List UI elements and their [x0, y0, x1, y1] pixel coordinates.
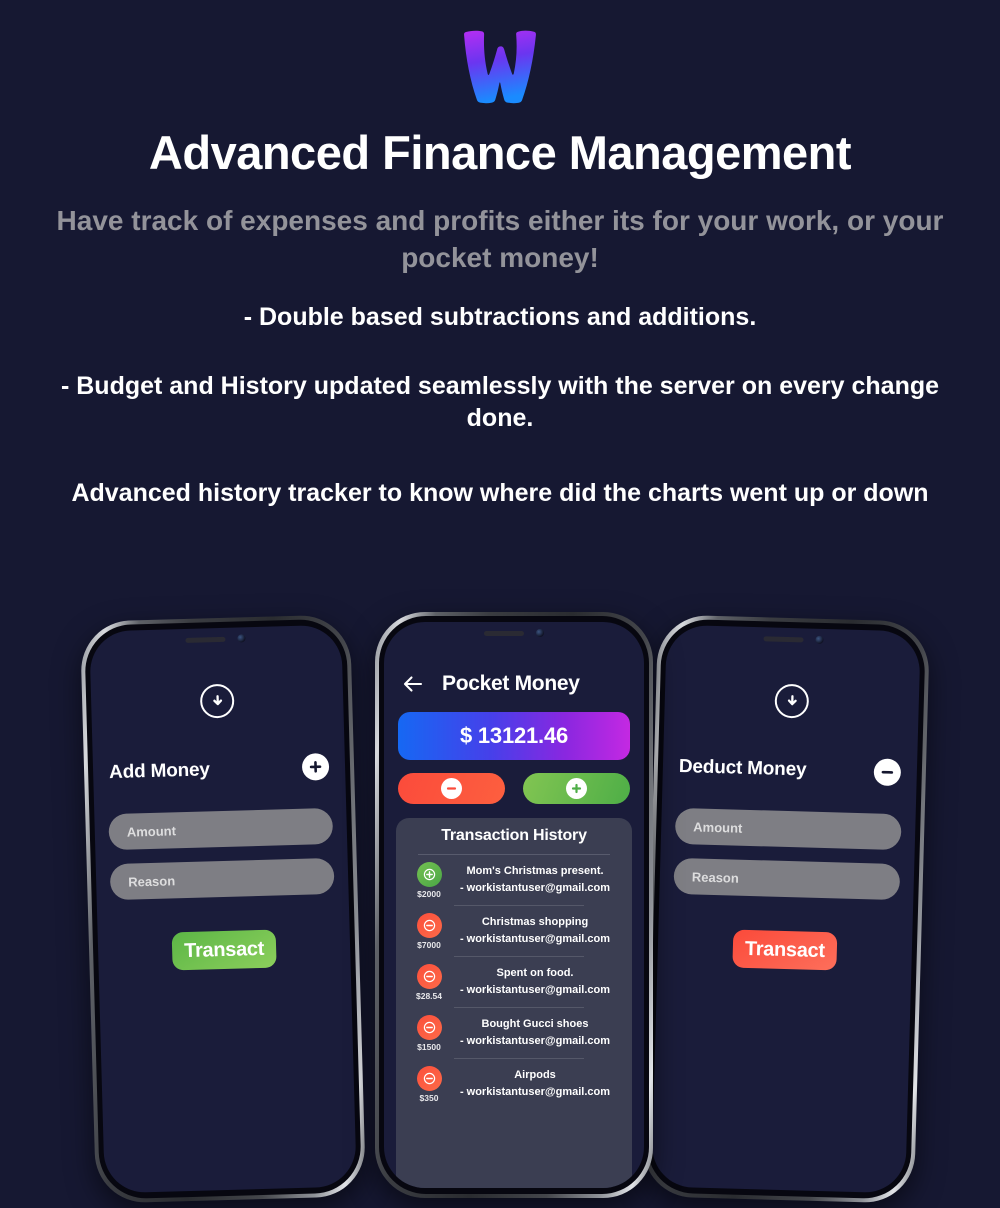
phone-screen-deduct-money: Deduct Money Amount Reason Transact — [651, 624, 921, 1194]
phone-bezel: Pocket Money $ 13121.46 Transaction Hist… — [375, 612, 653, 1198]
feature-item-3: Advanced history tracker to know where d… — [71, 478, 929, 507]
minus-circle-icon — [416, 913, 442, 938]
add-money-header: Add Money — [93, 752, 346, 787]
transaction-amount-col: $28.54 — [408, 964, 450, 1001]
transaction-row[interactable]: $2000 Mom's Christmas present. - workistan… — [396, 855, 632, 899]
plus-circle-icon — [566, 778, 587, 799]
minus-circle-icon[interactable] — [873, 758, 902, 787]
phone-inner-frame: Add Money Amount Reason Transact — [84, 618, 362, 1200]
amount-input[interactable]: Amount — [674, 807, 902, 851]
transaction-amount-col: $2000 — [408, 862, 450, 899]
phone-bezel: Deduct Money Amount Reason Transact — [641, 614, 931, 1204]
reason-input[interactable]: Reason — [673, 857, 901, 901]
app-logo — [0, 14, 1000, 122]
download-circle-icon — [774, 683, 810, 719]
transaction-amount-col: $1500 — [408, 1015, 450, 1052]
add-money-button[interactable] — [523, 773, 630, 804]
transaction-amount: $350 — [419, 1093, 439, 1103]
transaction-details: Bought Gucci shoes - workistantuser@gmail… — [450, 1016, 622, 1050]
phone-add-money: Add Money Amount Reason Transact — [79, 614, 367, 1204]
transaction-label: Airpods — [514, 1069, 556, 1082]
transaction-amount: $1500 — [417, 1042, 441, 1052]
phone-screen-add-money: Add Money Amount Reason Transact — [89, 624, 357, 1194]
screen-title: Deduct Money — [678, 755, 807, 781]
minus-circle-icon — [416, 964, 442, 989]
phone-pocket-money: Pocket Money $ 13121.46 Transaction Hist… — [375, 612, 653, 1198]
deduct-money-button[interactable] — [398, 773, 505, 804]
feature-item-2: - Budget and History updated seamlessly … — [60, 371, 940, 433]
arrow-left-icon[interactable] — [402, 674, 424, 694]
transaction-details: Christmas shopping - workistantuser@gmail… — [450, 914, 622, 948]
transact-button[interactable]: Transact — [171, 929, 277, 971]
balance-action-row — [398, 773, 630, 804]
amount-input[interactable]: Amount — [108, 807, 334, 851]
transaction-account: - workistantuser@gmail.com — [459, 1085, 611, 1098]
phone-inner-frame: Pocket Money $ 13121.46 Transaction Hist… — [379, 616, 649, 1194]
reason-placeholder: Reason — [691, 868, 740, 886]
transaction-row[interactable]: $7000 Christmas shopping - workistantuser@… — [396, 906, 632, 950]
app-title: Pocket Money — [442, 672, 580, 695]
plus-circle-icon — [416, 862, 442, 887]
minus-circle-icon — [416, 1015, 442, 1040]
page-subtitle: Have track of expenses and profits eithe… — [56, 205, 944, 273]
transaction-label: Spent on food. — [496, 967, 574, 980]
transaction-row[interactable]: $350 Airpods - workistantuser@gmail.com — [396, 1059, 632, 1103]
transaction-label: Bought Gucci shoes — [481, 1018, 589, 1031]
minus-circle-icon — [416, 1066, 442, 1091]
page-title: Advanced Finance Management — [148, 126, 852, 179]
reason-input[interactable]: Reason — [109, 857, 335, 901]
transaction-row[interactable]: $28.54 Spent on food. - workistantuser@gma… — [396, 957, 632, 1001]
plus-circle-icon[interactable] — [301, 752, 330, 781]
transaction-history-panel: Transaction History $2000 Mom's Christmas… — [396, 818, 632, 1188]
phone-screen-pocket-money: Pocket Money $ 13121.46 Transaction Hist… — [384, 622, 644, 1188]
feature-item-1: - Double based subtractions and addition… — [243, 303, 757, 332]
minus-circle-icon — [441, 778, 462, 799]
amount-placeholder: Amount — [126, 822, 177, 840]
reason-placeholder: Reason — [127, 872, 176, 890]
transaction-account: - workistantuser@gmail.com — [459, 1034, 611, 1047]
phone-mockups: Add Money Amount Reason Transact Deduct … — [0, 608, 1000, 1208]
app-bar: Pocket Money — [384, 656, 644, 696]
transaction-account: - workistantuser@gmail.com — [459, 932, 611, 945]
history-title: Transaction History — [441, 827, 587, 844]
phone-inner-frame: Deduct Money Amount Reason Transact — [646, 618, 926, 1200]
transaction-label: Christmas shopping — [481, 916, 589, 929]
deduct-money-header: Deduct Money — [663, 753, 918, 787]
transaction-label: Mom's Christmas present. — [466, 865, 604, 878]
transaction-account: - workistantuser@gmail.com — [459, 983, 611, 996]
phone-bezel: Add Money Amount Reason Transact — [79, 614, 367, 1204]
transaction-amount-col: $350 — [408, 1066, 450, 1103]
transaction-amount: $2000 — [417, 889, 441, 899]
transaction-amount-col: $7000 — [408, 913, 450, 950]
transaction-account: - workistantuser@gmail.com — [459, 881, 611, 894]
transaction-amount: $28.54 — [416, 991, 442, 1001]
transaction-row[interactable]: $1500 Bought Gucci shoes - workistantuser@… — [396, 1008, 632, 1052]
transaction-list: $2000 Mom's Christmas present. - workistan… — [396, 855, 632, 1103]
screen-title: Add Money — [108, 758, 210, 783]
transact-button[interactable]: Transact — [732, 929, 838, 971]
download-circle-icon — [199, 683, 235, 719]
transaction-details: Spent on food. - workistantuser@gmail.com — [450, 965, 622, 999]
balance-display: $ 13121.46 — [398, 712, 630, 760]
amount-placeholder: Amount — [693, 818, 743, 836]
phone-deduct-money: Deduct Money Amount Reason Transact — [641, 614, 931, 1204]
transaction-amount: $7000 — [417, 940, 441, 950]
transaction-details: Mom's Christmas present. - workistantuser… — [450, 863, 622, 897]
hero-section: Advanced Finance Management Have track o… — [0, 0, 1000, 509]
transaction-details: Airpods - workistantuser@gmail.com — [450, 1067, 622, 1101]
